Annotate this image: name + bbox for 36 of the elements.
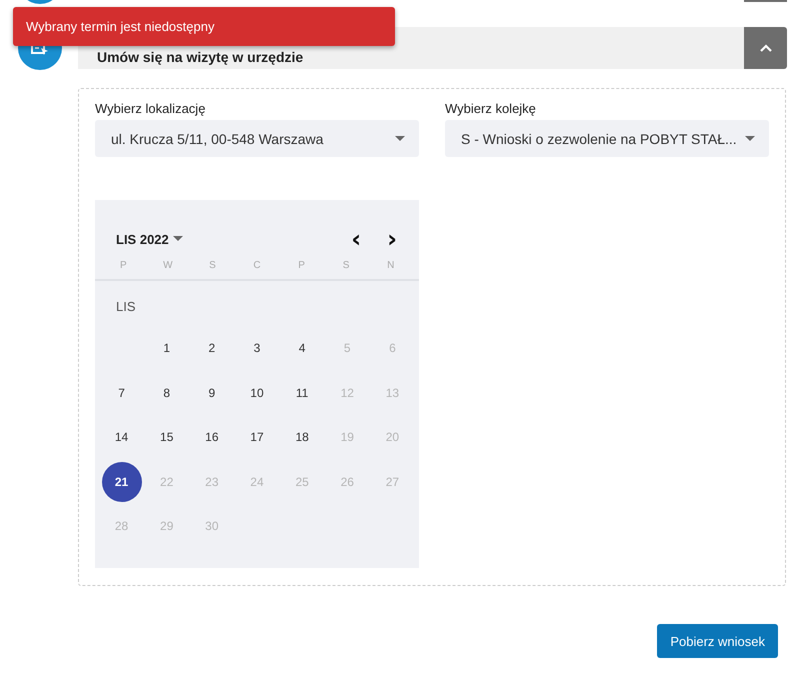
next-month-button[interactable]: › xyxy=(381,229,403,249)
calendar-day[interactable]: 16 xyxy=(192,417,232,458)
calendar-day[interactable]: 14 xyxy=(102,417,142,458)
calendar-day[interactable]: 21 xyxy=(102,462,142,502)
weekday-label: S xyxy=(208,260,217,271)
weekday-label: S xyxy=(342,260,350,271)
weekday-label: W xyxy=(162,260,174,271)
month-select[interactable]: LIS 2022 xyxy=(116,232,183,246)
field-label: Wybierz lokalizację xyxy=(95,101,206,116)
calendar-day[interactable]: 7 xyxy=(102,372,142,413)
dropdown-icon xyxy=(745,136,755,142)
weekday-label: C xyxy=(252,260,262,271)
step-title: Umów się na wizytę w urzędzie xyxy=(97,49,304,65)
calendar-day[interactable]: 17 xyxy=(236,417,277,458)
select-field[interactable]: S - Wnioski o zezwolenie na POBYT STAŁ... xyxy=(445,120,769,157)
previous-month-button[interactable]: ‹ xyxy=(345,229,368,249)
weekday-label: P xyxy=(297,260,306,271)
calendar-day[interactable]: 18 xyxy=(282,417,322,458)
weekday-label: N xyxy=(386,260,396,271)
calendar-day[interactable]: 10 xyxy=(236,372,277,413)
dropdown-icon xyxy=(395,136,405,142)
dropdown-icon xyxy=(172,236,183,242)
calendar-day[interactable]: 3 xyxy=(236,328,277,368)
select-field[interactable]: ul. Krucza 5/11, 00-548 Warszawa xyxy=(95,120,419,157)
calendar-day[interactable]: 15 xyxy=(146,417,187,458)
calendar-day[interactable]: 2 xyxy=(192,328,232,368)
field-label: Wybierz kolejkę xyxy=(445,101,537,116)
calendar-day[interactable]: 1 xyxy=(146,328,187,368)
weekday-label: P xyxy=(118,260,128,271)
calendar-day[interactable]: 9 xyxy=(192,372,232,413)
calendar-day[interactable]: 4 xyxy=(282,328,322,368)
calendar-day[interactable]: 8 xyxy=(146,372,187,413)
month-heading: LIS xyxy=(115,298,137,316)
collapse-button[interactable] xyxy=(744,27,787,69)
download-button[interactable]: Pobierz wniosek xyxy=(657,624,778,658)
calendar-day[interactable]: 11 xyxy=(282,372,322,413)
